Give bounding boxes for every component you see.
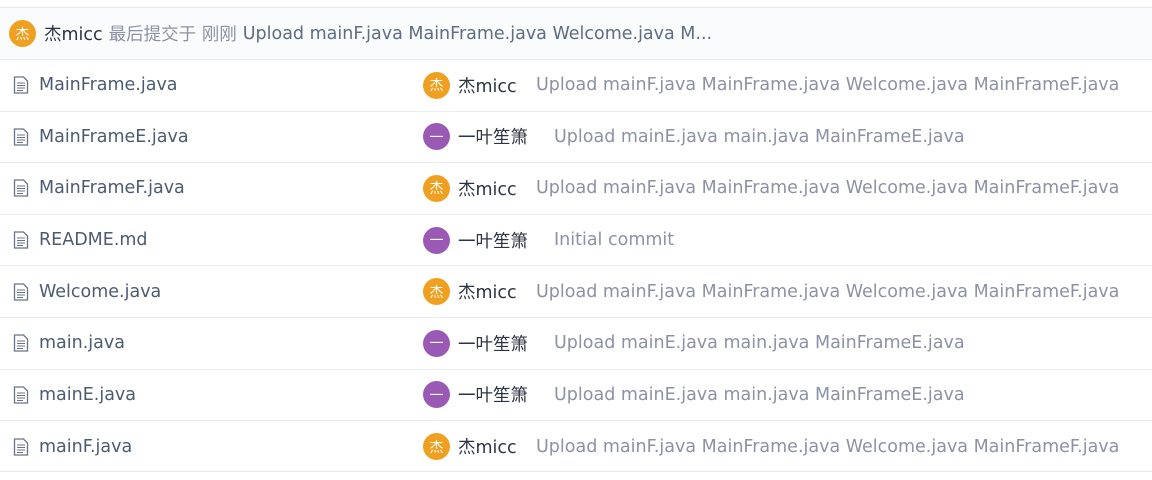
author-avatar[interactable]: 杰 bbox=[423, 433, 450, 461]
commit-author-link[interactable]: 一叶笙箫 bbox=[458, 228, 546, 253]
file-text-icon bbox=[13, 128, 29, 146]
file-row[interactable]: MainFrameF.java 杰 杰micc Upload mainF.jav… bbox=[0, 163, 1152, 215]
file-name-link[interactable]: mainE.java bbox=[39, 385, 136, 405]
author-avatar[interactable]: 一 bbox=[423, 123, 450, 151]
file-text-icon bbox=[13, 438, 29, 456]
file-name-link[interactable]: main.java bbox=[39, 333, 125, 353]
commit-message-link[interactable]: Initial commit bbox=[554, 230, 674, 250]
commit-author-link[interactable]: 一叶笙箫 bbox=[458, 124, 546, 149]
file-row[interactable]: MainFrameE.java 一 一叶笙箫 Upload mainE.java… bbox=[0, 112, 1152, 164]
commit-message-link[interactable]: Upload mainF.java MainFrame.java Welcome… bbox=[536, 437, 1119, 457]
file-row[interactable]: Welcome.java 杰 杰micc Upload mainF.java M… bbox=[0, 266, 1152, 318]
latest-commit-bar: 杰 杰micc 最后提交于 刚刚 Upload mainF.java MainF… bbox=[0, 8, 1152, 60]
commit-message-link[interactable]: Upload mainE.java main.java MainFrameE.j… bbox=[554, 385, 965, 405]
commit-message-link[interactable]: Upload mainF.java MainFrame.java Welcome… bbox=[536, 75, 1119, 95]
file-row[interactable]: mainF.java 杰 杰micc Upload mainF.java Mai… bbox=[0, 421, 1152, 473]
commit-author-link[interactable]: 杰micc bbox=[458, 434, 528, 459]
row-commit-info: 杰 杰micc Upload mainF.java MainFrame.java… bbox=[423, 433, 1119, 461]
file-row[interactable]: main.java 一 一叶笙箫 Upload mainE.java main.… bbox=[0, 318, 1152, 370]
file-name-link[interactable]: MainFrame.java bbox=[39, 75, 178, 95]
row-commit-info: 杰 杰micc Upload mainF.java MainFrame.java… bbox=[423, 278, 1119, 306]
latest-commit-time: 最后提交于 刚刚 bbox=[108, 25, 237, 45]
file-text-icon bbox=[13, 386, 29, 404]
file-name-link[interactable]: MainFrameF.java bbox=[39, 178, 185, 198]
file-text-icon bbox=[13, 76, 29, 94]
file-row[interactable]: MainFrame.java 杰 杰micc Upload mainF.java… bbox=[0, 60, 1152, 112]
row-commit-info: 一 一叶笙箫 Upload mainE.java main.java MainF… bbox=[423, 329, 965, 357]
author-avatar[interactable]: 一 bbox=[423, 226, 450, 254]
author-avatar[interactable]: 一 bbox=[423, 329, 450, 357]
file-list: MainFrame.java 杰 杰micc Upload mainF.java… bbox=[0, 60, 1152, 473]
file-text-icon bbox=[13, 283, 29, 301]
file-row[interactable]: README.md 一 一叶笙箫 Initial commit bbox=[0, 215, 1152, 267]
repo-file-panel: 杰 杰micc 最后提交于 刚刚 Upload mainF.java MainF… bbox=[0, 7, 1152, 472]
author-avatar[interactable]: 一 bbox=[423, 381, 450, 409]
row-commit-info: 一 一叶笙箫 Initial commit bbox=[423, 226, 674, 254]
row-commit-info: 一 一叶笙箫 Upload mainE.java main.java MainF… bbox=[423, 123, 965, 151]
commit-author-link[interactable]: 杰micc bbox=[458, 73, 528, 98]
file-text-icon bbox=[13, 179, 29, 198]
commit-author-link[interactable]: 一叶笙箫 bbox=[458, 382, 546, 407]
commit-message-link[interactable]: Upload mainF.java MainFrame.java Welcome… bbox=[536, 282, 1119, 302]
file-text-icon bbox=[13, 231, 29, 249]
row-commit-info: 杰 杰micc Upload mainF.java MainFrame.java… bbox=[423, 71, 1119, 99]
file-text-icon bbox=[13, 334, 29, 352]
commit-author-link[interactable]: 一叶笙箫 bbox=[458, 331, 546, 356]
commit-author-link[interactable]: 杰micc bbox=[458, 176, 528, 201]
file-row[interactable]: mainE.java 一 一叶笙箫 Upload mainE.java main… bbox=[0, 370, 1152, 422]
row-commit-info: 杰 杰micc Upload mainF.java MainFrame.java… bbox=[423, 174, 1119, 202]
latest-commit-message[interactable]: Upload mainF.java MainFrame.java Welcome… bbox=[243, 24, 712, 44]
commit-message-link[interactable]: Upload mainE.java main.java MainFrameE.j… bbox=[554, 127, 965, 147]
file-name-link[interactable]: Welcome.java bbox=[39, 282, 161, 302]
commit-message-link[interactable]: Upload mainE.java main.java MainFrameE.j… bbox=[554, 333, 965, 353]
author-avatar[interactable]: 杰 bbox=[423, 174, 450, 202]
commit-message-link[interactable]: Upload mainF.java MainFrame.java Welcome… bbox=[536, 178, 1119, 198]
file-name-link[interactable]: README.md bbox=[39, 230, 148, 250]
commit-author-link[interactable]: 杰micc bbox=[458, 279, 528, 304]
latest-commit-author[interactable]: 杰micc bbox=[44, 21, 103, 46]
row-commit-info: 一 一叶笙箫 Upload mainE.java main.java MainF… bbox=[423, 381, 965, 409]
file-name-link[interactable]: mainF.java bbox=[39, 437, 132, 457]
author-avatar[interactable]: 杰 bbox=[423, 278, 450, 306]
author-avatar[interactable]: 杰 bbox=[423, 71, 450, 99]
file-name-link[interactable]: MainFrameE.java bbox=[39, 127, 189, 147]
latest-commit-avatar[interactable]: 杰 bbox=[9, 20, 36, 47]
